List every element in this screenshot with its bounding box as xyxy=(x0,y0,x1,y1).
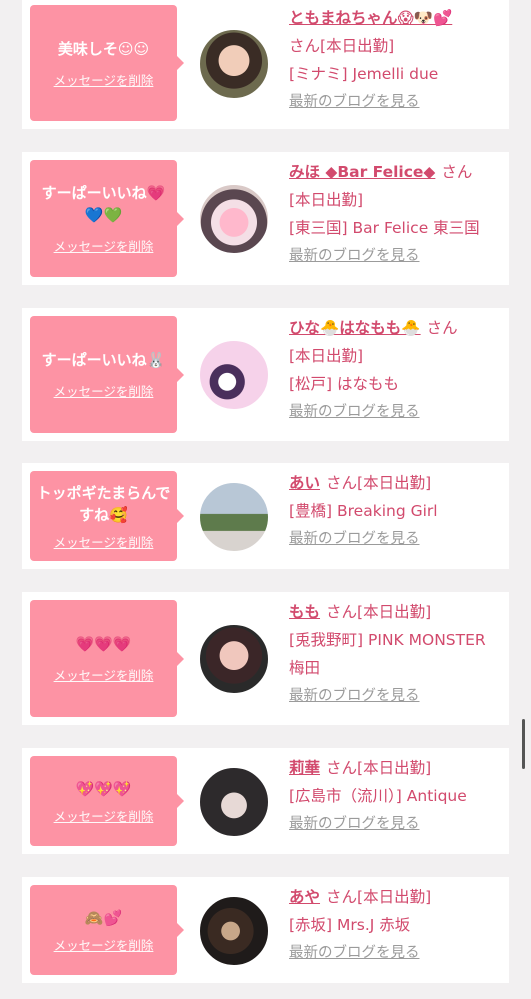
girl-name-link[interactable]: もも xyxy=(289,603,320,621)
message-bubble: 🙈💕 メッセージを削除 xyxy=(30,885,184,975)
message-text: 美味しそ☺☺ xyxy=(57,39,150,58)
avatar[interactable] xyxy=(199,624,269,694)
message-bubble: 💗💗💗 メッセージを削除 xyxy=(30,600,184,717)
status-text: [本日出勤] xyxy=(289,191,364,209)
message-card: トッポギたまらんですね🥰 メッセージを削除 あい さん[本日出勤] [豊橋] Br… xyxy=(22,463,509,569)
delete-message-link[interactable]: メッセージを削除 xyxy=(54,935,154,954)
san-label: さん xyxy=(426,319,458,337)
shop-text: [豊橋] Breaking Girl xyxy=(289,502,438,520)
avatar[interactable] xyxy=(199,767,269,837)
avatar[interactable] xyxy=(199,896,269,966)
latest-blog-link[interactable]: 最新のブログを見る xyxy=(289,398,499,426)
delete-message-link[interactable]: メッセージを削除 xyxy=(54,532,154,551)
message-text: トッポギたまらんですね🥰 xyxy=(36,483,171,524)
message-card: すーぱーいいね🐰 メッセージを削除 ひな🐣はなもも🐣 さん [本日出勤] [松戸]… xyxy=(22,308,509,441)
status-text: [本日出勤] xyxy=(357,888,432,906)
message-card: 💗💗💗 メッセージを削除 もも さん[本日出勤] [兎我野町] PINK MONS… xyxy=(22,592,509,725)
message-bubble: すーぱーいいね🐰 メッセージを削除 xyxy=(30,316,184,433)
shop-text: [兎我野町] PINK MONSTER梅田 xyxy=(289,631,486,677)
shop-text: [松戸] はなもも xyxy=(289,375,400,393)
san-label: さん xyxy=(326,888,358,906)
message-bubble: 美味しそ☺☺ メッセージを削除 xyxy=(30,5,184,121)
girl-name-link[interactable]: ともまねちゃん😱🐶💕 xyxy=(289,9,452,27)
avatar[interactable] xyxy=(199,340,269,410)
delete-message-link[interactable]: メッセージを削除 xyxy=(54,806,154,825)
message-text: 💖💖💖 xyxy=(75,779,132,798)
avatar[interactable] xyxy=(199,184,269,254)
girl-name-link[interactable]: みほ ◆Bar Felice◆ xyxy=(289,163,435,181)
message-text: 🙈💕 xyxy=(84,908,123,927)
girl-name-link[interactable]: 莉華 xyxy=(289,759,320,777)
latest-blog-link[interactable]: 最新のブログを見る xyxy=(289,88,499,116)
girl-name-link[interactable]: あや xyxy=(289,888,320,906)
status-text: [本日出勤] xyxy=(357,474,432,492)
shop-text: [東三国] Bar Felice 東三国 xyxy=(289,219,480,237)
message-card: 💖💖💖 メッセージを削除 莉華 さん[本日出勤] [広島市（流川）] Antiqu… xyxy=(22,748,509,854)
san-label: さん xyxy=(326,474,358,492)
message-card: 🙈💕 メッセージを削除 あや さん[本日出勤] [赤坂] Mrs.J 赤坂 最新の… xyxy=(22,877,509,983)
delete-message-link[interactable]: メッセージを削除 xyxy=(54,665,154,684)
shop-text: [赤坂] Mrs.J 赤坂 xyxy=(289,916,411,934)
latest-blog-link[interactable]: 最新のブログを見る xyxy=(289,525,499,553)
latest-blog-link[interactable]: 最新のブログを見る xyxy=(289,810,499,838)
message-bubble: すーぱーいいね💗💙💚 メッセージを削除 xyxy=(30,160,184,277)
status-text: [本日出勤] xyxy=(289,347,364,365)
status-text: [本日出勤] xyxy=(320,37,395,55)
status-text: [本日出勤] xyxy=(357,603,432,621)
latest-blog-link[interactable]: 最新のブログを見る xyxy=(289,242,499,270)
message-text: すーぱーいいね🐰 xyxy=(41,351,166,369)
delete-message-link[interactable]: メッセージを削除 xyxy=(54,70,154,89)
message-text: すーぱーいいね💗💙💚 xyxy=(41,184,166,224)
status-text: [本日出勤] xyxy=(357,759,432,777)
san-label: さん xyxy=(441,163,473,181)
shop-text: [ミナミ] Jemelli due xyxy=(289,65,439,83)
delete-message-link[interactable]: メッセージを削除 xyxy=(54,381,154,400)
shop-text: [広島市（流川）] Antique xyxy=(289,787,467,805)
latest-blog-link[interactable]: 最新のブログを見る xyxy=(289,682,499,710)
message-card: すーぱーいいね💗💙💚 メッセージを削除 みほ ◆Bar Felice◆ さん [本… xyxy=(22,152,509,285)
message-text: 💗💗💗 xyxy=(75,635,132,653)
latest-blog-link[interactable]: 最新のブログを見る xyxy=(289,939,499,967)
san-label: さん xyxy=(326,759,358,777)
girl-name-link[interactable]: あい xyxy=(289,474,320,492)
san-label: さん xyxy=(326,603,358,621)
avatar[interactable] xyxy=(199,29,269,99)
message-card: 美味しそ☺☺ メッセージを削除 ともまねちゃん😱🐶💕 さん[本日出勤] [ミナミ… xyxy=(22,0,509,129)
message-bubble: 💖💖💖 メッセージを削除 xyxy=(30,756,184,846)
delete-message-link[interactable]: メッセージを削除 xyxy=(54,236,154,255)
avatar[interactable] xyxy=(199,482,269,552)
message-bubble: トッポギたまらんですね🥰 メッセージを削除 xyxy=(30,471,184,561)
scrollbar[interactable] xyxy=(522,719,525,769)
girl-name-link[interactable]: ひな🐣はなもも🐣 xyxy=(289,319,421,337)
san-label: さん xyxy=(289,37,321,55)
